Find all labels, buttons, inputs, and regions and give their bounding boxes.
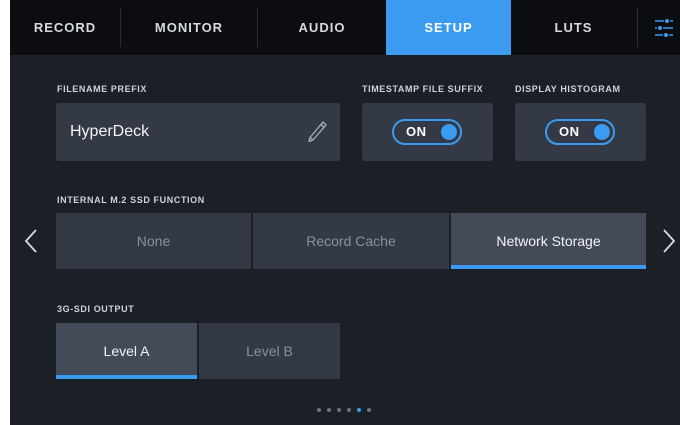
ssd-option-network-storage[interactable]: Network Storage xyxy=(451,213,646,269)
setup-screen: RECORD MONITOR AUDIO SETUP LUTS FILENAME… xyxy=(10,0,680,425)
toggle-knob xyxy=(441,124,457,140)
timestamp-suffix-panel: ON xyxy=(362,103,493,161)
filename-value: HyperDeck xyxy=(70,123,150,140)
previous-page-arrow[interactable] xyxy=(24,228,38,259)
page-dot[interactable] xyxy=(367,408,371,412)
filename-prefix-label: FILENAME PREFIX xyxy=(57,84,148,94)
ssd-option-record-cache[interactable]: Record Cache xyxy=(253,213,449,269)
page-dot[interactable] xyxy=(327,408,331,412)
next-page-arrow[interactable] xyxy=(662,228,676,259)
page-dot[interactable] xyxy=(347,408,351,412)
tab-setup[interactable]: SETUP xyxy=(386,0,511,55)
tab-divider xyxy=(637,8,638,47)
page-dot[interactable] xyxy=(337,408,341,412)
filename-field[interactable]: HyperDeck xyxy=(56,103,340,161)
page-dot-active[interactable] xyxy=(357,408,361,412)
toggle-state-text: ON xyxy=(559,124,580,139)
chevron-right-icon xyxy=(663,229,676,253)
display-histogram-toggle[interactable]: ON xyxy=(545,119,615,145)
tab-record[interactable]: RECORD xyxy=(10,0,120,55)
page-dot[interactable] xyxy=(317,408,321,412)
settings-menu-button[interactable] xyxy=(647,0,680,55)
ssd-option-label: Network Storage xyxy=(496,233,601,249)
ssd-option-none[interactable]: None xyxy=(56,213,251,269)
toggle-state-text: ON xyxy=(406,124,427,139)
tab-bar: RECORD MONITOR AUDIO SETUP LUTS xyxy=(10,0,680,55)
tab-luts[interactable]: LUTS xyxy=(511,0,636,55)
tab-audio[interactable]: AUDIO xyxy=(258,0,386,55)
selected-indicator xyxy=(56,375,197,379)
tab-monitor[interactable]: MONITOR xyxy=(121,0,257,55)
display-histogram-panel: ON xyxy=(515,103,646,161)
ssd-function-label: INTERNAL M.2 SSD FUNCTION xyxy=(57,195,205,205)
timestamp-suffix-toggle[interactable]: ON xyxy=(392,119,462,145)
display-histogram-label: DISPLAY HISTOGRAM xyxy=(515,84,621,94)
sdi-option-label: Level A xyxy=(103,343,150,359)
device-frame: RECORD MONITOR AUDIO SETUP LUTS FILENAME… xyxy=(10,0,680,425)
pencil-icon[interactable] xyxy=(306,120,328,149)
page-indicator xyxy=(317,408,371,412)
sliders-icon xyxy=(654,17,673,38)
toggle-knob xyxy=(594,124,610,140)
sdi-output-label: 3G-SDI OUTPUT xyxy=(57,304,135,314)
chevron-left-icon xyxy=(24,229,37,253)
sdi-option-level-b[interactable]: Level B xyxy=(199,323,340,379)
timestamp-suffix-label: TIMESTAMP FILE SUFFIX xyxy=(362,84,484,94)
selected-indicator xyxy=(451,265,646,269)
sdi-option-level-a[interactable]: Level A xyxy=(56,323,197,379)
